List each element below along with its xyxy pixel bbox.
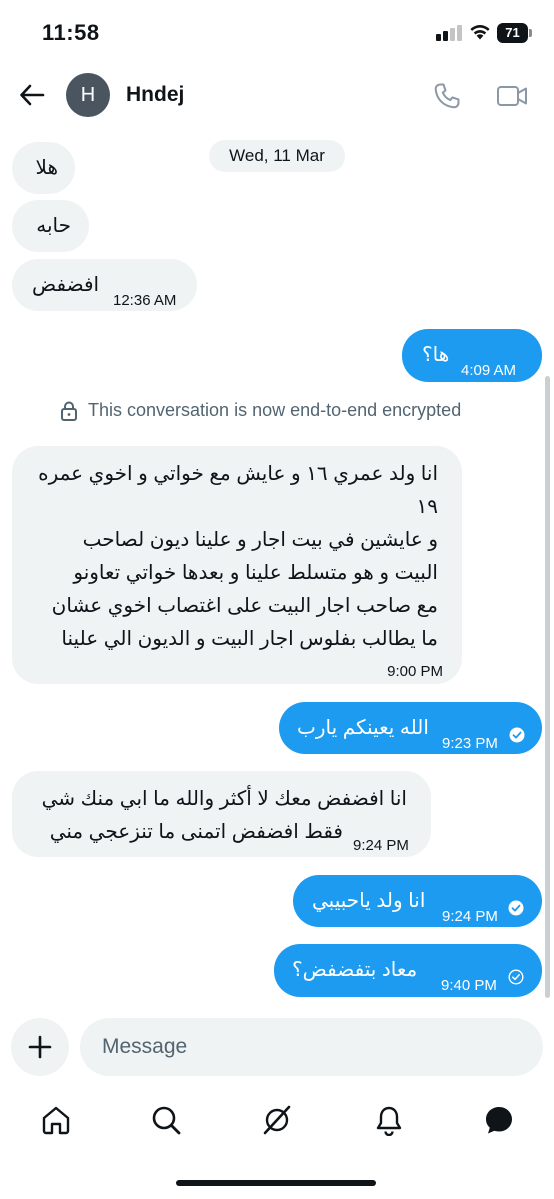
message-line: البيت و هو متسلط علينا و بعدها خواتي تعا…: [73, 562, 438, 584]
sent-receipt-icon: [508, 969, 524, 985]
message-text: ها؟: [422, 344, 450, 366]
message-timestamp: 9:00 PM: [387, 663, 443, 680]
arrow-left-icon[interactable]: [18, 81, 46, 109]
encryption-notice-text: This conversation is now end-to-end encr…: [88, 400, 462, 420]
home-icon[interactable]: [40, 1104, 72, 1136]
message-line: و عايشين في بيت اجار و علينا ديون لصاحب: [82, 529, 438, 551]
message-text: الله يعينكم يارب: [297, 717, 429, 739]
read-receipt-icon: [508, 900, 524, 916]
status-bar: 11:58 71: [0, 0, 554, 64]
message-bubble-incoming[interactable]: هلا: [12, 142, 75, 194]
add-attachment-button[interactable]: [11, 1018, 69, 1076]
message-bubble-outgoing[interactable]: الله يعينكم يارب 9:23 PM: [279, 702, 542, 754]
message-bubble-outgoing[interactable]: انا ولد ياحبيبي 9:24 PM: [293, 875, 542, 927]
message-timestamp: 4:09 AM: [461, 362, 517, 379]
message-text: هلا: [35, 157, 58, 179]
message-bubble-incoming[interactable]: انا افضفض معك لا أكثر والله ما ابي منك ش…: [12, 771, 431, 857]
message-line: ما يطالب بفلوس اجار البيت و الديون الي ع…: [61, 628, 438, 650]
message-bubble-incoming[interactable]: انا ولد عمري ١٦ و عايش مع خواتي و اخوي ع…: [12, 446, 462, 684]
message-bubble-outgoing[interactable]: ها؟ 4:09 AM: [402, 329, 542, 382]
message-line: انا افضفض معك لا أكثر والله ما ابي منك ش…: [41, 788, 407, 810]
message-bubble-incoming[interactable]: افضفض 12:36 AM: [12, 259, 197, 311]
scrollbar[interactable]: [545, 376, 550, 998]
message-line: مع صاحب اجار البيت على اغتصاب اخوي عشان: [51, 595, 438, 617]
message-timestamp: 12:36 AM: [113, 292, 177, 309]
avatar[interactable]: H: [66, 73, 110, 117]
search-icon[interactable]: [150, 1104, 182, 1136]
grok-icon[interactable]: [261, 1104, 293, 1136]
battery-level: 71: [497, 23, 528, 43]
wifi-icon: [470, 25, 490, 40]
bell-icon[interactable]: [373, 1104, 405, 1136]
message-line: فقط افضفض اتمنى ما تنزعجي مني: [49, 821, 343, 843]
home-indicator: [176, 1180, 376, 1186]
battery-icon: 71: [497, 23, 533, 43]
conversation-header: H Hndej: [0, 64, 554, 126]
status-time: 11:58: [42, 20, 100, 45]
messages-icon[interactable]: [483, 1104, 515, 1136]
message-input[interactable]: [80, 1018, 543, 1076]
message-text: انا ولد ياحبيبي: [312, 890, 426, 912]
message-text: حابه: [36, 215, 71, 237]
read-receipt-icon: [509, 727, 525, 743]
message-timestamp: 9:24 PM: [353, 837, 409, 854]
message-line: ١٩: [416, 496, 438, 518]
message-bubble-outgoing[interactable]: معاد بتفضفض؟ 9:40 PM: [274, 944, 542, 997]
message-text: معاد بتفضفض؟: [292, 959, 418, 981]
plus-icon: [28, 1035, 52, 1059]
message-timestamp: 9:24 PM: [442, 908, 498, 925]
contact-name[interactable]: Hndej: [126, 83, 184, 107]
message-line: انا ولد عمري ١٦ و عايش مع خواتي و اخوي ع…: [38, 463, 438, 485]
message-bubble-incoming[interactable]: حابه: [12, 200, 89, 252]
message-timestamp: 9:40 PM: [441, 977, 497, 994]
phone-icon[interactable]: [432, 81, 462, 111]
lock-icon: [61, 401, 77, 421]
message-timestamp: 9:23 PM: [442, 735, 498, 752]
video-camera-icon[interactable]: [496, 82, 528, 110]
message-text: افضفض: [32, 274, 100, 296]
date-separator: Wed, 11 Mar: [209, 140, 345, 172]
